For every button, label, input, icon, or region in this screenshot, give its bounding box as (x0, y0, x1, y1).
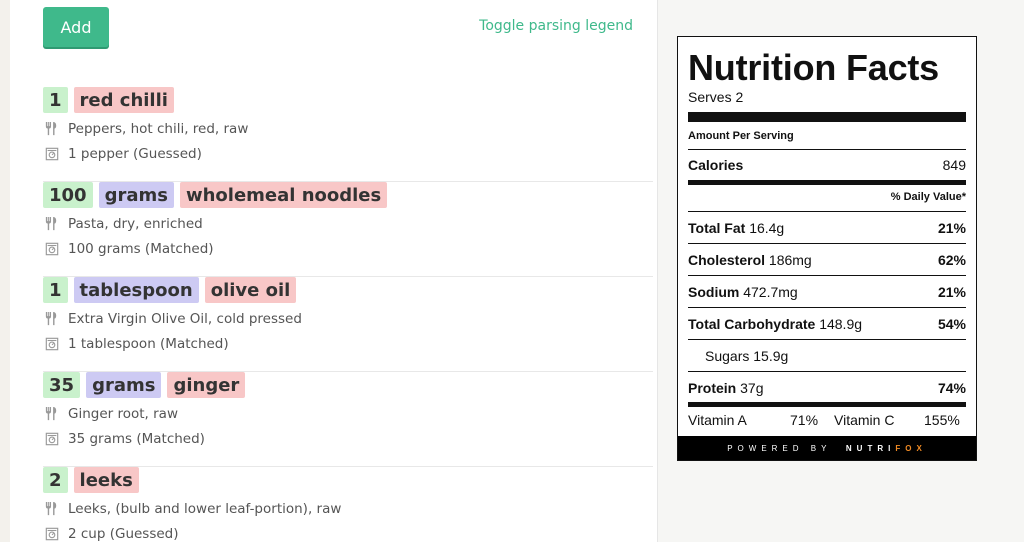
toggle-parsing-legend-link[interactable]: Toggle parsing legend (479, 18, 633, 34)
food-chip[interactable]: red chilli (73, 87, 174, 113)
divider-medium (688, 402, 966, 407)
food-match-text: Leeks, (bulb and lower leaf-portion), ra… (68, 500, 342, 517)
amount-match[interactable]: 35 grams (Matched) (43, 430, 205, 447)
amount-per-serving: Amount Per Serving (688, 130, 794, 142)
divider (688, 307, 966, 308)
calories-value: 849 (942, 157, 966, 173)
nutrient-row: Total Carbohydrate 148.9g 54% (688, 316, 966, 332)
ingredient-row[interactable]: 1 red chilli Peppers, hot chili, red, raw 1… (43, 87, 653, 182)
parsed-chips: 1 tablespoon olive oil (43, 277, 297, 303)
divider-medium (688, 180, 966, 185)
protein-row: Protein 37g 74% (688, 380, 966, 396)
qty-chip[interactable]: 2 (43, 467, 68, 493)
divider (688, 275, 966, 276)
amount-match[interactable]: 1 pepper (Guessed) (43, 145, 202, 162)
powered-by-nutrifox: POWERED BY NUTRI FOX (678, 436, 976, 460)
scale-icon (43, 240, 60, 257)
amount-match[interactable]: 1 tablespoon (Matched) (43, 335, 229, 352)
nutrition-facts-title: Nutrition Facts (688, 47, 940, 88)
amount-match-text: 1 tablespoon (Matched) (68, 335, 229, 352)
ingredient-row[interactable]: 2 leeks Leeks, (bulb and lower leaf-portio… (43, 467, 653, 542)
vitamins-row: Vitamin A 71% Vitamin C 155% (688, 412, 960, 428)
food-match[interactable]: Leeks, (bulb and lower leaf-portion), ra… (43, 500, 341, 517)
qty-chip[interactable]: 1 (43, 87, 68, 113)
parsed-chips: 100 grams wholemeal noodles (43, 182, 388, 208)
calories-label: Calories (688, 157, 744, 173)
calories-row: Calories 849 (688, 157, 966, 173)
sugars-row: Sugars 15.9g (705, 348, 789, 364)
add-button[interactable]: Add (43, 7, 109, 47)
scale-icon (43, 145, 60, 162)
food-chip[interactable]: ginger (167, 372, 246, 398)
ingredient-row[interactable]: 1 tablespoon olive oil Extra Virgin Olive O… (43, 277, 653, 372)
scale-icon (43, 525, 60, 542)
food-match[interactable]: Pasta, dry, enriched (43, 215, 203, 232)
qty-chip[interactable]: 100 (43, 182, 93, 208)
food-chip[interactable]: leeks (73, 467, 139, 493)
unit-chip[interactable]: grams (98, 182, 174, 208)
divider (688, 211, 966, 212)
amount-match[interactable]: 2 cup (Guessed) (43, 525, 179, 542)
divider (688, 243, 966, 244)
food-match[interactable]: Peppers, hot chili, red, raw (43, 120, 248, 137)
parsed-chips: 35 grams ginger (43, 372, 246, 398)
amount-match-text: 1 pepper (Guessed) (68, 145, 202, 162)
fork-knife-icon (43, 310, 60, 327)
food-match-text: Peppers, hot chili, red, raw (68, 120, 249, 137)
fork-knife-icon (43, 120, 60, 137)
scale-icon (43, 430, 60, 447)
ingredient-parser-panel: Add Toggle parsing legend 1 red chilli Pep… (10, 0, 658, 542)
unit-chip[interactable]: grams (86, 372, 162, 398)
nutrient-row: Total Fat 16.4g 21% (688, 220, 966, 236)
food-chip[interactable]: olive oil (204, 277, 297, 303)
amount-match-text: 2 cup (Guessed) (68, 525, 179, 542)
food-match-text: Pasta, dry, enriched (68, 215, 203, 232)
nutrient-row: Cholesterol 186mg 62% (688, 252, 966, 268)
parsed-chips: 1 red chilli (43, 87, 174, 113)
qty-chip[interactable]: 1 (43, 277, 68, 303)
ingredient-row[interactable]: 100 grams wholemeal noodles Pasta, dry, enr… (43, 182, 653, 277)
ingredient-row[interactable]: 35 grams ginger Ginger root, raw 35 grams (M… (43, 372, 653, 467)
fork-knife-icon (43, 500, 60, 517)
serves-count: Serves 2 (688, 89, 744, 105)
scale-icon (43, 335, 60, 352)
parsed-chips: 2 leeks (43, 467, 139, 493)
fork-knife-icon (43, 405, 60, 422)
food-match-text: Extra Virgin Olive Oil, cold pressed (68, 310, 302, 327)
amount-match-text: 35 grams (Matched) (68, 430, 205, 447)
fork-knife-icon (43, 215, 60, 232)
amount-match[interactable]: 100 grams (Matched) (43, 240, 214, 257)
food-match-text: Ginger root, raw (68, 405, 178, 422)
food-match[interactable]: Ginger root, raw (43, 405, 178, 422)
left-gutter (0, 0, 10, 542)
daily-value-header: % Daily Value* (890, 191, 966, 203)
divider (688, 371, 966, 372)
divider-thick (688, 112, 966, 122)
ingredient-list: 1 red chilli Peppers, hot chili, red, raw 1… (43, 87, 653, 542)
amount-match-text: 100 grams (Matched) (68, 240, 214, 257)
nutrient-row: Sodium 472.7mg 21% (688, 284, 966, 300)
nutrition-facts-label: Nutrition Facts Serves 2 Amount Per Serv… (677, 36, 977, 461)
food-chip[interactable]: wholemeal noodles (179, 182, 388, 208)
qty-chip[interactable]: 35 (43, 372, 81, 398)
divider (688, 339, 966, 340)
unit-chip[interactable]: tablespoon (73, 277, 199, 303)
divider (688, 149, 966, 150)
food-match[interactable]: Extra Virgin Olive Oil, cold pressed (43, 310, 302, 327)
